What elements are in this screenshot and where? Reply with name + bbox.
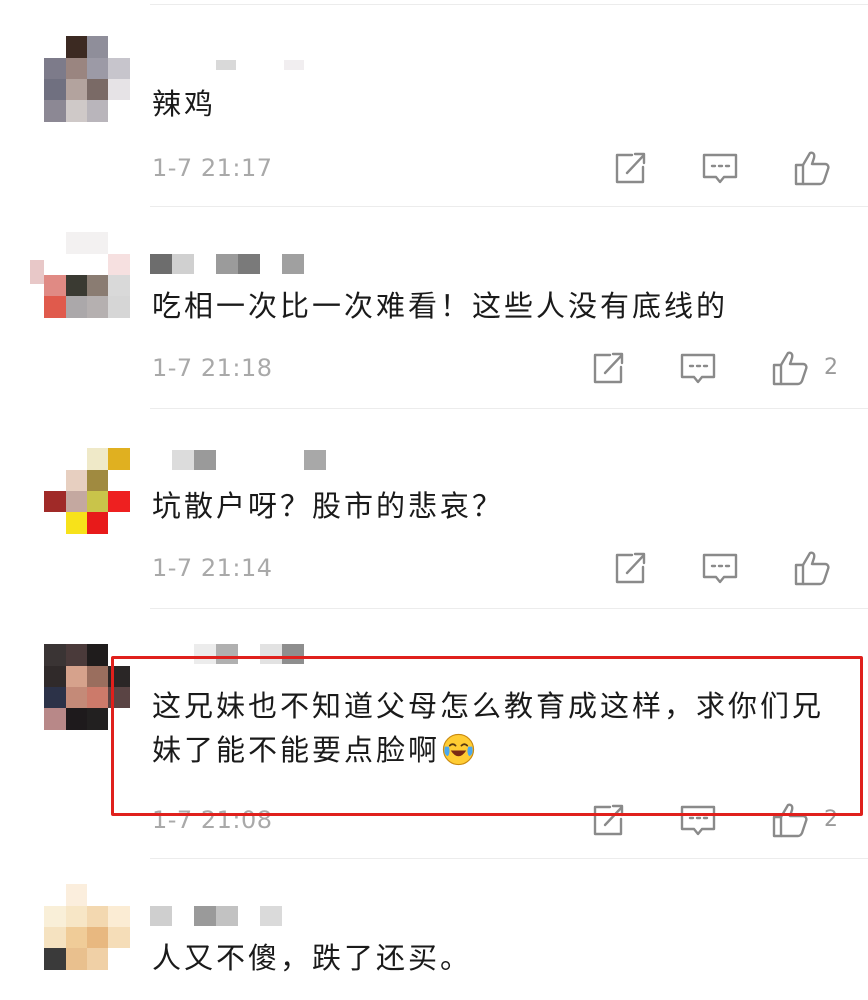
divider xyxy=(150,608,868,609)
comment-icon[interactable] xyxy=(678,348,718,388)
comment-meta: 1-7 21:18 2 xyxy=(152,348,868,388)
divider xyxy=(150,858,868,859)
comment-icon[interactable] xyxy=(700,148,740,188)
share-icon[interactable] xyxy=(610,148,650,188)
comment-meta: 1-7 21:17 xyxy=(152,148,868,188)
thumbs-up-icon[interactable] xyxy=(770,348,810,388)
comment-icon[interactable] xyxy=(700,548,740,588)
top-divider xyxy=(150,4,868,5)
share-icon[interactable] xyxy=(610,548,650,588)
comment-text: 人又不傻，跌了还买。 xyxy=(152,941,473,975)
like-count: 2 xyxy=(824,355,838,380)
divider xyxy=(150,408,868,409)
comment-time: 1-7 21:18 xyxy=(152,354,273,382)
avatar[interactable] xyxy=(44,448,130,534)
avatar[interactable] xyxy=(44,36,130,122)
comment-meta: 1-7 21:14 xyxy=(152,548,868,588)
thumbs-up-icon[interactable] xyxy=(792,548,832,588)
avatar[interactable] xyxy=(30,232,130,318)
share-icon[interactable] xyxy=(588,348,628,388)
avatar[interactable] xyxy=(44,884,130,970)
comment-text: 坑散户呀？股市的悲哀？ xyxy=(152,489,505,523)
comment-text: 吃相一次比一次难看！这些人没有底线的 xyxy=(152,289,729,323)
thumbs-up-icon[interactable] xyxy=(792,148,832,188)
comment-time: 1-7 21:17 xyxy=(152,154,273,182)
highlight-box xyxy=(111,656,863,816)
comment-time: 1-7 21:14 xyxy=(152,554,273,582)
comment-text: 辣鸡 xyxy=(152,87,217,121)
divider xyxy=(150,206,868,207)
